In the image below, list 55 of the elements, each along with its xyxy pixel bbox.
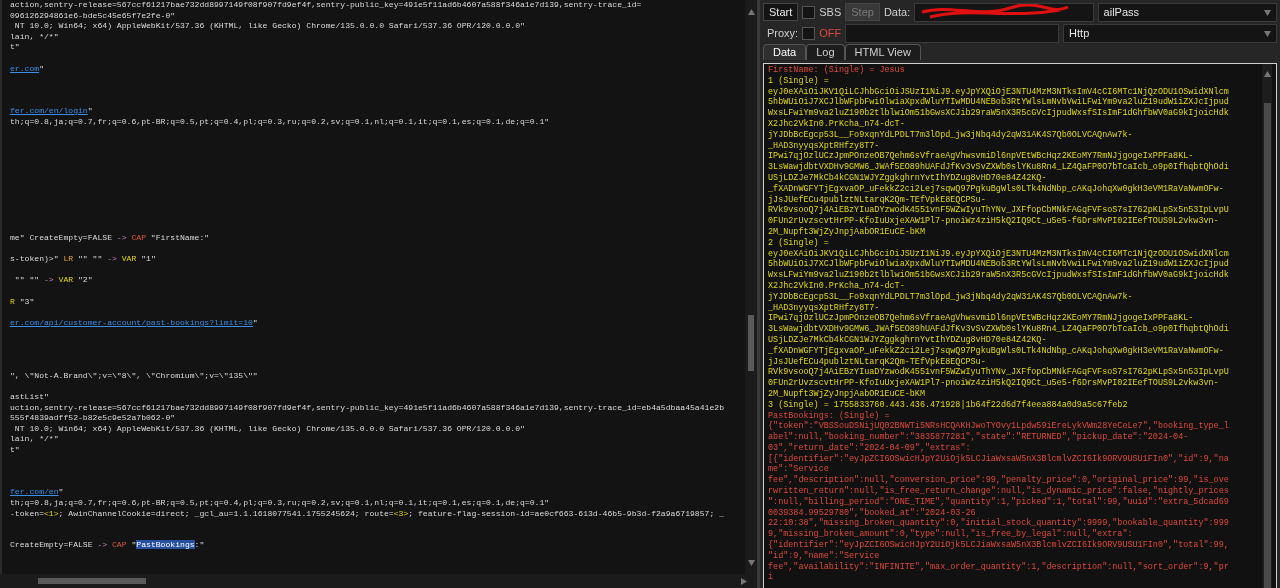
tab[interactable]: Data xyxy=(763,44,807,60)
proxy-status: OFF xyxy=(819,27,842,39)
code-line: th;q=0.8,ja;q=0.7,fr;q=0.6,pt-BR;q=0.5,pt;q=0.4,pl;q=0.3,ru;q=0.2,sv;q=0.1,nl;q=0.1,it;q=0.1,es;q=0.1,de;q=0.1" xyxy=(10,497,551,509)
code-line: fer.com/en/login" xyxy=(10,105,94,117)
up-arrow-icon xyxy=(747,8,755,15)
start-button[interactable]: Start xyxy=(763,3,799,21)
data-field[interactable] xyxy=(914,2,1094,22)
proxy-field[interactable] xyxy=(845,23,1060,43)
code-line: 096126294861e6-bde5c45e65f7e2fe-0" xyxy=(10,10,177,22)
code-line: me" CreateEmpty=FALSE -> CAP "FirstName:" xyxy=(10,233,211,244)
code-line: CreateEmpty=FALSE -> CAP "PastBookings:" xyxy=(10,540,206,551)
tab[interactable]: HTML View xyxy=(844,44,921,60)
code-line: "" "" -> VAR "2" xyxy=(13,275,94,287)
code-line: lain, */*" xyxy=(10,31,60,43)
output-text: 1 (Single) = eyJ0eXAiOiJKV1QiLCJhbGciOiJSUzI1NiJ9.eyJpYXQiOjE3NTU4MzM3NTksImV4cCI6MTc1NjQzODU1OSwidXNlcm5hbWUiOiJ7XCJlbWFpbFwiOlwiaXpxdWluYTIwMDU4NEBob3RtYWlsLmNvbVwiLFwiYm9va2luZ19udW1iZXJcIjpudWxsLFwiYm9va2luZ190b2tlblwiOm51bGwsXCJib29raW5nX3R5cGVcIjpudWxsfSIsImF1dGhfbWV0aG9kIjoicHdkX2Jhc2VkIn0.PrKcha_n74-dcT-jYJDbBcEgcp53L__Fo9xqnYdLPDLT7m3lOpd_jw3jNbq4dy2qW31AK4S7Qb0OLVCAQnAw7k-_HAD3nyyqsXptRHfzy8T7-IPwi7qjOzlUCzJpmPOnzeOB7Qehm6sVfraeAgVhwsvmiDl6npVEtWBcHqz2KEoMY7RmNJjgogeIxPPFa8KL-3LsWawjdbtVXDHv9GMW6_JWAf5EO89hUAFdJfKv3vSvZXWb0slYKu8Rn4_LZ4QaFP0O7bTcaIcb_o9p0IfhqbtQhOdiUSjLDZJe7MkCb4kCGN1WJYZggkghrnYvtIhYDZug8vHD70e84Z42KQ-_fXADnWGFYTjEgxvaOP_uFekkZ2ci2Lej7sqwQ97PgkuBgWls0LTk4NdNbp_cAKqJohqXw0gkH3eVM1RaVaNwmOFw-jJsJUefECu4publztNLtarqK2Qm-TEfVpkE8EQCPSu-RVk9vsooQ7j4AiEBzYIuaDYzwodK4551vnF5WZwIyuThYNv_JXFfopCbMNkFAGqFVFsoS7sI762pKLpSx5n53IpLvpU0FUn2rUvzscvtHrPP-KfoIuUxjeXAW1Pl7-pnoiWz4ziH5kQ2IQ9Ct_u5e5-f6DrsMvPI02IEefTOUS9L2vkw3vn-2M_Nupft3WjZyJnpjAabOR1EuCE-bKM xyxy=(768,75,1230,238)
caret-icon xyxy=(1264,8,1271,16)
code-line: er.com/api/customer-account/past-bookings?limit=10" xyxy=(10,317,259,329)
scrollbar-thumb[interactable] xyxy=(748,315,754,371)
checkbox[interactable] xyxy=(802,26,816,40)
scrollbar[interactable] xyxy=(745,0,757,574)
wordlist-type-dropdown[interactable]: ailPass xyxy=(1097,2,1277,22)
proxy-label: Proxy: xyxy=(767,27,799,39)
code-line: t" xyxy=(10,42,21,53)
code-line: NT 10.0; Win64; x64) AppleWebKit/537.36 (KHTML, like Gecko) Chrome/135.0.0.0 Safari/537.36 OPR/120.0.0.0" xyxy=(13,423,526,435)
scrollbar-thumb[interactable] xyxy=(38,578,146,584)
scrollbar[interactable] xyxy=(0,574,757,588)
sbs-label: SBS xyxy=(819,6,842,18)
code-line: NT 10.0; Win64; x64) AppleWebKit/537.36 (KHTML, like Gecko) Chrome/135.0.0.0 Safari/537.36 OPR/120.0.0.0" xyxy=(13,21,526,32)
proxy-type-dropdown[interactable]: Http xyxy=(1063,23,1277,43)
code-line: -token=<1>; AwinChannelCookie=direct; _gcl_au=1.1.1618077541.1755245624; route=<3>; feature-flag-session-id=ae0cf663-613d-46b5-9b3d-f2a9a6719857; _ xyxy=(10,508,725,520)
scrollbar-thumb[interactable] xyxy=(1263,103,1271,588)
code-line: ", \"Not-A.Brand\";v=\"8\", \"Chromium\";v=\"135\"" xyxy=(10,370,259,382)
right-arrow-icon xyxy=(740,577,747,585)
output-text: 3 (Single) = 1755833760.443.436.471928|1b64f22d6d7f4eea884a0d9a5c67feb2 xyxy=(768,399,1129,411)
checkbox[interactable] xyxy=(802,5,816,19)
caret-icon xyxy=(1264,29,1271,37)
code-line: s-token)>" LR "" "" -> VAR "1" xyxy=(10,254,157,265)
tab[interactable]: Log xyxy=(806,44,845,60)
code-line: th;q=0.8,ja;q=0.7,fr;q=0.6,pt-BR;q=0.5,pt;q=0.4,pl;q=0.3,ru;q=0.2,sv;q=0.1,nl;q=0.1,it;q=0.1,es;q=0.1,de;q=0.1" xyxy=(10,116,551,128)
code-line: action,sentry-release=567ccf61217bae732dd8997149f08f907fd9ef4f,sentry-public_key=491e5f11ad6b4607a588f346a1e7d139,sentry-trace_id= xyxy=(10,0,643,11)
down-arrow-icon xyxy=(747,559,755,566)
code-line: astList" xyxy=(10,391,50,403)
code-line: uction,sentry-release=567ccf61217bae732dd8997149f08f907fd9ef4f,sentry-public_key=491e5f11ad6b4607a588f346a1e7d139,sentry-trace_id=eb4a5dbaa45a41e2b xyxy=(10,402,725,414)
code-line: 555f4839adff52-b82e5c9e52a7b062-0" xyxy=(10,413,177,424)
code-line: t" xyxy=(10,444,21,456)
code-line: er.com" xyxy=(10,63,45,75)
output-text: PastBookings: (Single) = {"token":"VBSSouDSNijUQ02BNWTi5NRsHCQAKHJwoTYOvy1Lpdw59iEreLykVWm28YeCeLe7","booking_type_label":null,"booking_number":"3835877281","state":"RETURNED","pickup_date":"2024-04-03","return_date":"2024-04-09","extras":[{"identifier":"eyJpZCI6OSwicHJpY2UiOjk5LCJiaWxsaW5nX3BlcmlvZCI6Ik9ORV9USU1FIn0","id":9,"name":"Service fee","description":null,"conversion_price":99,"penalty_price":0,"original_price":99,"is_overwritten_return":null,"is_free_return_change":null,"is_dynamic_price":false,"nightly_prices":null,"billing_period":"ONE_TIME","quantity":1,"picked":1,"total":99,"uuid":"extra_5dcad690039384.99529780","booked_at":"2024-03-26 22:10:38","missing_broken_quantity":0,"initial_stock_quantity":9999,"bookable_quantity":9999,"missing_broken_amount":0,"type":null,"is_free_by_legal":null,"extra":{"identifier":"eyJpZCI6OSwicHJpY2UiOjk5LCJiaWxsaW5nX3BlcmlvZCI6Ik9ORV9USU1FIn0","total":99,"id":9,"name":"Service fee","availability":"INFINITE","max_order_quantity":1,"description":null,"sort_order":9,"pri xyxy=(768,410,1230,584)
output-text: FirstName: (Single) = Jesus xyxy=(768,65,906,76)
code-line: R "3" xyxy=(10,296,36,308)
code-line: fer.com/en" xyxy=(10,487,65,498)
scrollbar[interactable] xyxy=(1262,64,1272,588)
up-arrow-icon xyxy=(1263,70,1271,77)
data-label: Data: xyxy=(883,6,911,18)
code-line: lain, */*" xyxy=(10,434,60,445)
output-text: 2 (Single) = eyJ0eXAiOiJKV1QiLCJhbGciOiJSUzI1NiJ9.eyJpYXQiOjE3NTU4MzM3NTksImV4cCI6MTc1NjQzODU1OSwidXNlcm5hbWUiOiJ7XCJlbWFpbFwiOlwiaXpxdWluYTIwMDU4NEBob3RtYWlsLmNvbVwiLFwiYm9va2luZ19udW1iZXJcIjpudWxsLFwiYm9va2luZ190b2tlblwiOm51bGwsXCJib29raW5nX3R5cGVcIjpudWxsfSIsImF1dGhfbWV0aG9kIjoicHdkX2Jhc2VkIn0.PrKcha_n74-dcT-jYJDbBcEgcp53L__Fo9xqnYdLPDLT7m3lOpd_jw3jNbq4dy2qW31AK4S7Qb0OLVCAQnAw7k-_HAD3nyyqsXptRHfzy8T7-IPwi7qjOzlUCzJpmPOnzeOB7Qehm6sVfraeAgVhwsvmiDl6npVEtWBcHqz2KEoMY7RmNJjgogeIxPPFa8KL-3LsWawjdbtVXDHv9GMW6_JWAf5EO89hUAFdJfKv3vSvZXWb0slYKu8Rn4_LZ4QaFP0O7bTcaIcb_o9p0IfhqbtQhOdiUSjLDZJe7MkCb4kCGN1WJYZggkghrnYvtIhYDZug8vHD70e84Z42KQ-_fXADnWGFYTjEgxvaOP_uFekkZ2ci2Lej7sqwQ97PgkuBgWls0LTk4NdNbp_cAKqJohqXw0gkH3eVM1RaVaNwmOFw-jJsJUefECu4publztNLtarqK2Qm-TEfVpkE8EQCPSu-RVk9vsooQ7j4AiEBzYIuaDYzwodK4551vnF5WZwIyuThYNv_JXFfopCbMNkFAGqFVFsoS7sI762pKLpSx5n53IpLvpU0FUn2rUvzscvtHrPP-KfoIuUxjeXAW1Pl7-pnoiWz4ziH5kQ2IQ9Ct_u5e5-f6DrsMvPI02IEefTOUS9L2vkw3vn-2M_Nupft3WjZyJnpjAabOR1EuCE-bKM xyxy=(768,237,1230,400)
